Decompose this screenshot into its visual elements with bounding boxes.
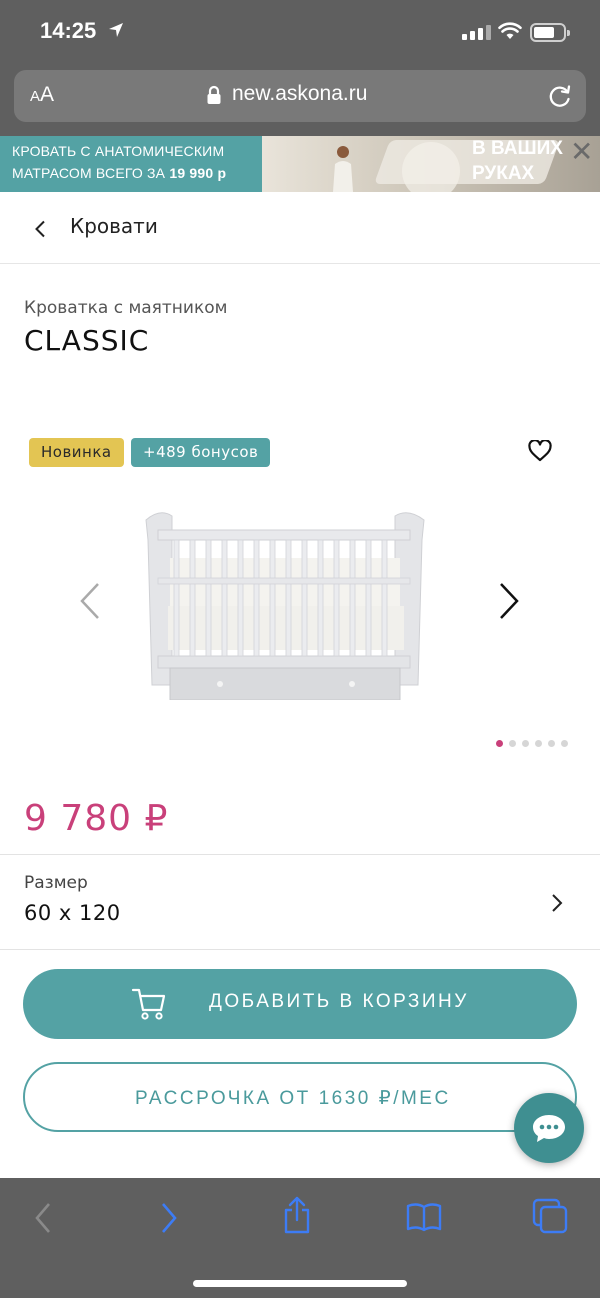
status-bar: 14:25 (0, 0, 600, 64)
breadcrumb-label[interactable]: Кровати (70, 214, 158, 238)
text-size-button[interactable]: AA (30, 83, 54, 107)
address-bar[interactable]: AA new.askona.ru (14, 70, 586, 122)
reload-icon[interactable] (547, 83, 573, 109)
promo-banner[interactable]: КРОВАТЬ С АНАТОМИЧЕСКИМ МАТРАСОМ ВСЕГО З… (0, 136, 600, 192)
breadcrumb[interactable]: Кровати (0, 192, 600, 264)
size-value: 60 x 120 (24, 901, 121, 925)
gallery-dot[interactable] (548, 740, 555, 747)
promo-banner-text: КРОВАТЬ С АНАТОМИЧЕСКИМ МАТРАСОМ ВСЕГО З… (0, 136, 262, 192)
gallery-dot[interactable] (496, 740, 503, 747)
chat-bubble-icon (533, 1115, 565, 1142)
wifi-icon (498, 22, 522, 39)
browser-toolbar (0, 1178, 600, 1298)
gallery-dot[interactable] (561, 740, 568, 747)
cellular-signal-icon (462, 25, 491, 40)
gallery-dot[interactable] (509, 740, 516, 747)
installment-button[interactable]: РАССРОЧКА ОТ 1630 ₽/МЕС (23, 1062, 577, 1132)
add-to-cart-button[interactable]: ДОБАВИТЬ В КОРЗИНУ (23, 969, 577, 1039)
browser-top-chrome: 14:25 AA new.askona.ru (0, 0, 600, 136)
close-icon[interactable]: ✕ (570, 135, 593, 168)
tabs-icon[interactable] (532, 1198, 568, 1234)
status-time: 14:25 (40, 18, 97, 43)
forward-arrow-icon[interactable] (160, 1202, 178, 1234)
product-gallery[interactable]: Новинка +489 бонусов (0, 430, 600, 760)
promo-line-2: МАТРАСОМ ВСЕГО ЗА 19 990 р (12, 165, 227, 181)
badge-bonus: +489 бонусов (131, 438, 271, 467)
chevron-right-icon (552, 894, 563, 912)
chat-button[interactable] (514, 1093, 584, 1163)
product-title: CLASSIC (24, 324, 150, 357)
product-price: 9 780 ₽ (24, 798, 169, 839)
home-indicator (193, 1280, 407, 1287)
gallery-dot[interactable] (535, 740, 542, 747)
badge-new: Новинка (29, 438, 124, 467)
lock-icon (207, 85, 221, 104)
bookmarks-icon[interactable] (406, 1202, 442, 1232)
cart-icon (131, 988, 166, 1020)
promo-person-image (333, 146, 353, 192)
promo-line-1: КРОВАТЬ С АНАТОМИЧЕСКИМ (12, 143, 225, 159)
gallery-next-arrow-icon[interactable] (497, 582, 521, 620)
installment-label: РАССРОЧКА ОТ 1630 ₽/МЕС (135, 1088, 451, 1109)
share-icon[interactable] (282, 1196, 312, 1234)
gallery-pagination[interactable] (496, 740, 568, 747)
product-image-crib (145, 512, 425, 700)
size-selector[interactable]: Размер 60 x 120 (0, 854, 600, 950)
back-chevron-icon[interactable] (34, 220, 46, 238)
gallery-dot[interactable] (522, 740, 529, 747)
size-label: Размер (24, 873, 88, 893)
back-arrow-icon[interactable] (34, 1202, 52, 1234)
add-to-cart-label: ДОБАВИТЬ В КОРЗИНУ (209, 991, 469, 1012)
favorite-heart-icon[interactable] (528, 440, 552, 462)
url-domain: new.askona.ru (232, 82, 368, 105)
promo-banner-slogan: В ВАШИХ РУКАХ (472, 138, 563, 184)
location-arrow-icon (109, 23, 123, 37)
gallery-prev-arrow-icon[interactable] (78, 582, 102, 620)
battery-icon (530, 23, 570, 42)
product-subtitle: Кроватка с маятником (24, 298, 228, 318)
